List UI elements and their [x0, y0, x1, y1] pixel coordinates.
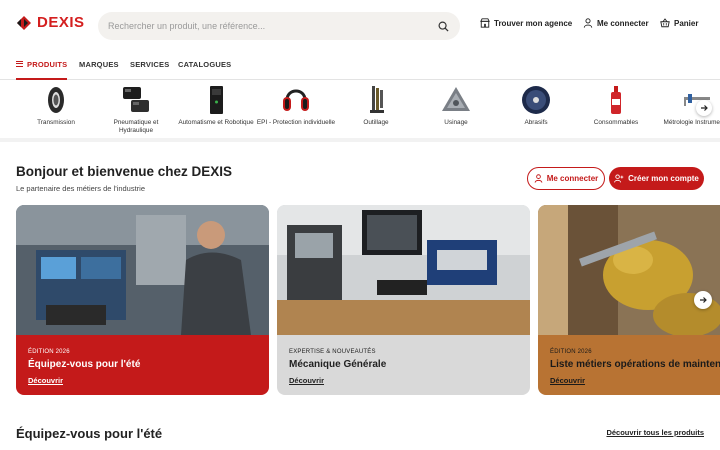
- user-icon: [534, 174, 543, 183]
- card-title: Mécanique Générale: [289, 359, 387, 370]
- promo-card-mecanique[interactable]: EXPERTISE & NOUVEAUTÉS Mécanique Général…: [277, 205, 530, 395]
- nav-marques-label: MARQUES: [79, 60, 119, 69]
- card-kicker: EXPERTISE & NOUVEAUTÉS: [289, 349, 376, 355]
- promo-photo-workbench: [277, 205, 530, 335]
- basket-icon: [660, 18, 670, 28]
- category-label: Transmission: [37, 119, 75, 126]
- category-usinage[interactable]: Usinage: [416, 84, 496, 127]
- main-nav: PRODUITS MARQUES SERVICES CATALOGUES: [0, 56, 720, 80]
- category-label: Usinage: [444, 119, 468, 126]
- create-account-button[interactable]: Créer mon compte: [609, 167, 704, 190]
- welcome-login-button[interactable]: Me connecter: [527, 167, 605, 190]
- category-label: Métrologie Instruments: [663, 119, 720, 126]
- category-consommables[interactable]: Consommables: [576, 84, 656, 127]
- welcome-title: Bonjour et bienvenue chez DEXIS: [16, 164, 233, 179]
- category-pneumatique[interactable]: Pneumatique et Hydraulique: [96, 84, 176, 135]
- promo-card-summer[interactable]: ÉDITION 2026 Équipez-vous pour l'été Déc…: [16, 205, 269, 395]
- login-label: Me connecter: [597, 18, 649, 28]
- nav-produits-label: PRODUITS: [27, 60, 68, 69]
- bottle-icon: [596, 84, 636, 116]
- find-agency-link[interactable]: Trouver mon agence: [480, 18, 572, 28]
- store-icon: [480, 18, 490, 28]
- category-abrasifs[interactable]: Abrasifs: [496, 84, 576, 127]
- login-link[interactable]: Me connecter: [583, 18, 649, 28]
- promo-photo-gloved-hands: [538, 205, 720, 335]
- card-kicker: ÉDITION 2026: [550, 349, 592, 355]
- pneumatic-icon: [116, 84, 156, 116]
- nav-services-label: SERVICES: [130, 60, 170, 69]
- category-carousel: Transmission Pneumatique et Hydraulique …: [0, 80, 720, 138]
- cards-next-button[interactable]: [694, 291, 712, 309]
- automation-icon: [196, 84, 236, 116]
- category-outillage[interactable]: Outillage: [336, 84, 416, 127]
- card-discover-link[interactable]: Découvrir: [289, 376, 324, 385]
- welcome-login-label: Me connecter: [546, 174, 599, 183]
- category-label: Pneumatique et Hydraulique: [113, 119, 159, 134]
- category-label: Outillage: [363, 119, 389, 126]
- cart-link[interactable]: Panier: [660, 18, 698, 28]
- earmuff-icon: [276, 84, 316, 116]
- section-title: Équipez-vous pour l'été: [16, 426, 163, 441]
- category-automatisme[interactable]: Automatisme et Robotique: [176, 84, 256, 127]
- search-input[interactable]: Rechercher un produit, une référence...: [108, 21, 436, 31]
- nav-services[interactable]: SERVICES: [130, 60, 169, 80]
- bearing-icon: [36, 84, 76, 116]
- user-plus-icon: [614, 174, 624, 183]
- card-content: EXPERTISE & NOUVEAUTÉS Mécanique Général…: [277, 335, 530, 395]
- create-account-label: Créer mon compte: [628, 174, 699, 183]
- nav-produits[interactable]: PRODUITS: [16, 60, 68, 80]
- nav-marques[interactable]: MARQUES: [79, 60, 119, 80]
- nav-catalogues[interactable]: CATALOGUES: [178, 60, 231, 80]
- chevron-right-icon: [700, 297, 707, 303]
- chevron-right-icon: [701, 105, 708, 111]
- search-bar[interactable]: Rechercher un produit, une référence...: [98, 12, 460, 40]
- promo-photo-technician: [16, 205, 269, 335]
- category-label: EPI - Protection individuelle: [256, 119, 336, 126]
- card-discover-link[interactable]: Découvrir: [28, 376, 63, 385]
- card-content: ÉDITION 2026 Équipez-vous pour l'été Déc…: [16, 335, 269, 395]
- disc-icon: [516, 84, 556, 116]
- category-transmission[interactable]: Transmission: [16, 84, 96, 127]
- welcome-subtitle: Le partenaire des métiers de l'industrie: [16, 184, 146, 193]
- menu-icon: [16, 61, 23, 67]
- category-epi[interactable]: EPI - Protection individuelle: [256, 84, 336, 127]
- insert-icon: [436, 84, 476, 116]
- hex-keys-icon: [356, 84, 396, 116]
- promo-card-maintenance[interactable]: ÉDITION 2026 Liste métiers opérations de…: [538, 205, 720, 395]
- user-icon: [583, 18, 593, 28]
- category-next-button[interactable]: [696, 100, 712, 116]
- card-content: ÉDITION 2026 Liste métiers opérations de…: [538, 335, 720, 395]
- brand-name: DEXIS: [37, 14, 85, 31]
- header: DEXIS Rechercher un produit, une référen…: [0, 0, 720, 50]
- find-agency-label: Trouver mon agence: [494, 18, 573, 28]
- category-label: Automatisme et Robotique: [178, 119, 254, 126]
- logo[interactable]: DEXIS: [16, 14, 85, 31]
- section-divider: [0, 138, 720, 142]
- discover-all-products-link[interactable]: Découvrir tous les produits: [606, 428, 704, 437]
- nav-catalogues-label: CATALOGUES: [178, 60, 232, 69]
- search-icon[interactable]: [436, 19, 450, 33]
- cart-label: Panier: [674, 18, 699, 28]
- category-label: Abrasifs: [524, 119, 548, 126]
- card-kicker: ÉDITION 2026: [28, 349, 70, 355]
- card-discover-link[interactable]: Découvrir: [550, 376, 585, 385]
- dexis-logo-icon: [17, 15, 31, 30]
- card-title: Équipez-vous pour l'été: [28, 359, 141, 370]
- card-title: Liste métiers opérations de maintenance: [550, 359, 720, 370]
- category-label: Consommables: [593, 119, 639, 126]
